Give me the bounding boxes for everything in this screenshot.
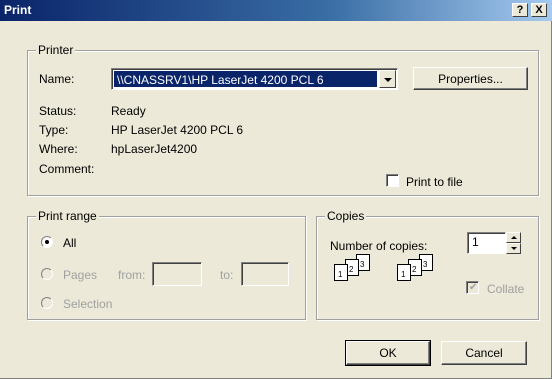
print-dialog: Print ? X Printer Name: \\CNASSRV1\HP La… [0,0,552,379]
number-of-copies-label: Number of copies: [330,239,428,253]
type-value: HP LaserJet 4200 PCL 6 [111,123,244,137]
close-icon: X [535,4,543,16]
where-label: Where: [39,142,78,156]
pages-radio[interactable] [41,268,53,280]
checkmark-icon: ✔ [469,282,478,293]
all-label[interactable]: All [63,236,76,250]
title-bar[interactable]: Print [0,0,552,21]
status-value: Ready [111,104,146,118]
page-1: 1 [334,264,348,281]
status-label: Status: [39,104,77,118]
all-radio[interactable] [41,236,53,248]
to-label: to: [220,268,234,282]
print-to-file-label[interactable]: Print to file [406,175,463,189]
pages-label[interactable]: Pages [63,268,97,282]
page-1: 1 [397,264,411,281]
comment-label: Comment: [39,162,95,176]
collate-checkbox[interactable]: ✔ [466,281,479,294]
help-button[interactable]: ? [512,3,528,17]
name-label: Name: [39,72,75,86]
printer-group-title: Printer [36,43,76,57]
ok-button-label: OK [379,346,397,360]
spin-down-icon[interactable] [506,243,521,254]
help-icon: ? [516,4,524,16]
print-to-file-checkbox[interactable] [386,174,399,187]
radio-selected-dot [45,240,49,244]
printer-name-select[interactable]: \\CNASSRV1\HP LaserJet 4200 PCL 6 [111,68,398,90]
collate-label[interactable]: Collate [487,282,524,296]
from-label: from: [118,268,146,282]
copies-input[interactable]: 1 [467,232,506,254]
copies-group-title: Copies [325,209,367,223]
to-input[interactable] [241,262,289,286]
properties-button[interactable]: Properties... [413,67,528,90]
selection-label[interactable]: Selection [63,297,112,311]
where-value: hpLaserJet4200 [111,142,198,156]
properties-button-label: Properties... [438,71,503,86]
close-button[interactable]: X [531,3,547,17]
print-range-group-title: Print range [36,209,99,223]
dropdown-arrow-icon[interactable] [379,70,396,88]
cancel-button-label: Cancel [465,346,503,360]
type-label: Type: [39,123,69,137]
window-title: Print [4,3,32,17]
selection-radio[interactable] [41,297,53,309]
cancel-button[interactable]: Cancel [441,341,527,365]
spin-up-icon[interactable] [506,232,521,243]
printer-name-value: \\CNASSRV1\HP LaserJet 4200 PCL 6 [114,71,377,87]
ok-button[interactable]: OK [345,340,431,366]
from-input[interactable] [152,262,202,286]
